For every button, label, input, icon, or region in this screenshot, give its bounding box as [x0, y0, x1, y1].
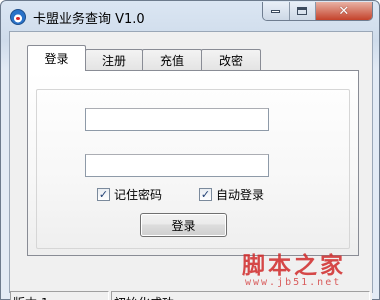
watermark-url: www.jb51.net [245, 277, 342, 288]
checkmark-icon: ✓ [98, 187, 109, 201]
minimize-icon [271, 9, 281, 13]
tab-change-password[interactable]: 改密 [201, 49, 261, 71]
tab-strip: 登录 注册 充值 改密 [27, 45, 261, 71]
window-controls: ✕ [262, 2, 373, 21]
remember-password-label: 记住密码 [114, 187, 163, 202]
checkmark-icon: ✓ [200, 187, 211, 201]
maximize-button[interactable] [289, 2, 316, 20]
status-message: 初始化成功............... [111, 291, 370, 300]
status-version: 版本:1 [10, 291, 109, 300]
close-icon: ✕ [338, 3, 350, 19]
status-bar: 版本:1 初始化成功............... [10, 291, 372, 300]
auto-login-checkbox[interactable]: ✓ 自动登录 [199, 186, 264, 202]
password-input[interactable] [85, 154, 269, 177]
username-input[interactable] [85, 108, 269, 131]
watermark-text: 脚本之家 [242, 252, 346, 279]
remember-password-checkbox[interactable]: ✓ 记住密码 [97, 186, 162, 202]
close-button[interactable]: ✕ [315, 2, 372, 20]
client-area: 登录 注册 充值 改密 ✓ 记住密码 ✓ 自动登录 登录 脚本之家 www.jb… [9, 31, 373, 300]
tab-recharge[interactable]: 充值 [142, 49, 202, 71]
maximize-icon [297, 7, 308, 15]
login-button[interactable]: 登录 [140, 213, 227, 237]
title-bar[interactable]: 卡盟业务查询 V1.0 ✕ [1, 1, 379, 31]
remember-password-box[interactable]: ✓ [97, 187, 110, 201]
auto-login-label: 自动登录 [216, 187, 265, 202]
tab-register[interactable]: 注册 [85, 49, 143, 71]
minimize-button[interactable] [263, 2, 290, 20]
tab-login[interactable]: 登录 [27, 45, 86, 71]
window-title: 卡盟业务查询 V1.0 [33, 12, 145, 27]
app-icon [10, 9, 26, 25]
app-window: 卡盟业务查询 V1.0 ✕ 登录 注册 充值 改密 ✓ 记住密码 ✓ 自动登录 … [0, 0, 380, 300]
auto-login-box[interactable]: ✓ [199, 187, 212, 201]
